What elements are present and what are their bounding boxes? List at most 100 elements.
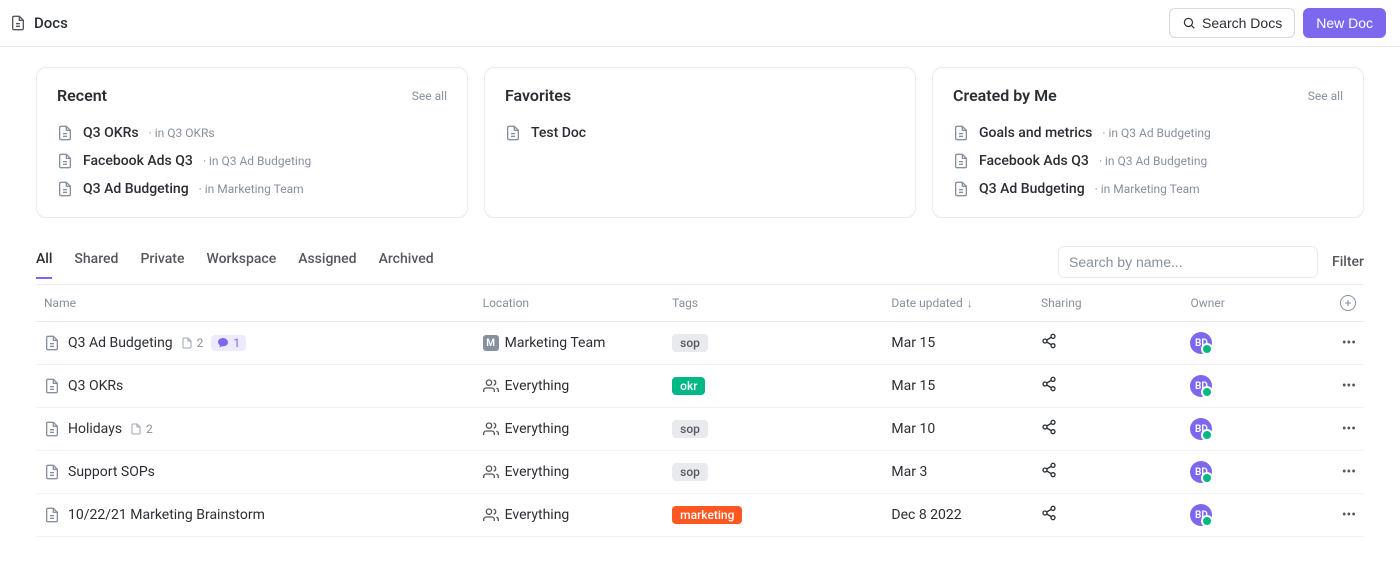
doc-icon [44,335,60,351]
th-owner[interactable]: Owner [1182,285,1331,322]
recent-see-all[interactable]: See all [412,89,447,103]
doc-name: Test Doc [531,125,586,141]
sharing-button[interactable] [1041,376,1057,396]
location[interactable]: Everything [505,421,570,437]
search-input[interactable] [1058,246,1318,278]
row-actions[interactable]: ••• [1332,322,1364,365]
tab-all[interactable]: All [36,251,52,279]
tab-shared[interactable]: Shared [74,251,118,279]
doc-item[interactable]: Q3 Ad Budgeting · in Marketing Team [953,175,1343,203]
table-row[interactable]: Holidays 2EverythingsopMar 10BD••• [36,408,1364,451]
tabs-row: All Shared Private Workspace Assigned Archive… [36,246,1364,285]
tabs: All Shared Private Workspace Assigned Archive… [36,251,434,279]
new-doc-button[interactable]: New Doc [1303,8,1386,38]
location[interactable]: Everything [505,464,570,480]
doc-icon [953,181,969,197]
tag[interactable]: marketing [672,506,742,524]
th-location[interactable]: Location [475,285,665,322]
sort-desc-icon: ↓ [967,296,973,310]
table-row[interactable]: Support SOPs Everything sop Mar 3 BD ••• [36,451,1364,494]
created-title: Created by Me [953,86,1057,105]
doc-icon [44,464,60,480]
row-actions[interactable]: ••• [1332,451,1364,494]
created-card: Created by Me See all Goals and metrics … [932,67,1364,218]
tag[interactable]: sop [672,463,708,481]
docs-table: Name Location Tags Date updated↓ Sharing… [36,285,1364,537]
th-date[interactable]: Date updated↓ [883,285,1033,322]
row-actions[interactable]: ••• [1332,365,1364,408]
tag[interactable]: okr [672,377,705,395]
share-icon [1041,505,1057,521]
tab-archived[interactable]: Archived [379,251,434,279]
location[interactable]: Everything [505,507,570,523]
date-updated: Mar 10 [883,408,1033,451]
doc-item[interactable]: Goals and metrics · in Q3 Ad Budgeting [953,119,1343,147]
favorites-card: Favorites Test Doc [484,67,916,218]
sharing-button[interactable] [1041,505,1057,525]
doc-name: Q3 OKRs [83,125,139,141]
doc-crumb: · in Q3 OKRs [149,126,215,140]
doc-name: Q3 Ad Budgeting [979,181,1085,197]
tab-private[interactable]: Private [140,251,184,279]
doc-icon [44,507,60,523]
location[interactable]: Marketing Team [505,335,606,351]
doc-item[interactable]: Q3 OKRs · in Q3 OKRs [57,119,447,147]
doc-crumb: · in Q3 Ad Budgeting [1099,154,1207,168]
th-sharing[interactable]: Sharing [1033,285,1183,322]
table-row[interactable]: Q3 Ad Budgeting 2 1MMarketing TeamsopMar… [36,322,1364,365]
page-title: Docs [34,14,68,32]
doc-item[interactable]: Q3 Ad Budgeting · in Marketing Team [57,175,447,203]
doc-item[interactable]: Facebook Ads Q3 · in Q3 Ad Budgeting [57,147,447,175]
sharing-button[interactable] [1041,462,1057,482]
date-updated: Mar 15 [883,365,1033,408]
comment-count[interactable]: 1 [211,335,246,351]
table-row[interactable]: Q3 OKRs Everything okr Mar 15 BD ••• [36,365,1364,408]
th-tags[interactable]: Tags [664,285,883,322]
people-icon [483,507,499,523]
tab-workspace[interactable]: Workspace [206,251,276,279]
doc-icon [505,125,521,141]
doc-icon [181,337,193,349]
doc-icon [10,15,26,31]
doc-name: Q3 Ad Budgeting [83,181,189,197]
tag[interactable]: sop [672,420,708,438]
favorites-title: Favorites [505,86,571,105]
owner-avatar[interactable]: BD [1190,375,1212,397]
doc-item[interactable]: Test Doc [505,119,895,147]
search-docs-button[interactable]: Search Docs [1169,8,1295,38]
sharing-button[interactable] [1041,419,1057,439]
date-updated: Dec 8 2022 [883,494,1033,537]
share-icon [1041,376,1057,392]
share-icon [1041,333,1057,349]
tag[interactable]: sop [672,334,708,352]
sharing-button[interactable] [1041,333,1057,353]
th-name[interactable]: Name [36,285,475,322]
created-see-all[interactable]: See all [1308,89,1343,103]
th-add[interactable]: + [1332,285,1364,322]
tab-assigned[interactable]: Assigned [298,251,356,279]
row-actions[interactable]: ••• [1332,494,1364,537]
table-row[interactable]: 10/22/21 Marketing BrainstormEverythingm… [36,494,1364,537]
doc-name: Facebook Ads Q3 [83,153,193,169]
doc-name: Support SOPs [68,464,155,480]
owner-avatar[interactable]: BD [1190,418,1212,440]
people-icon [483,378,499,394]
row-actions[interactable]: ••• [1332,408,1364,451]
doc-item[interactable]: Facebook Ads Q3 · in Q3 Ad Budgeting [953,147,1343,175]
filter-button[interactable]: Filter [1332,254,1364,270]
doc-name: Q3 OKRs [68,378,123,394]
topbar: Docs Search Docs New Doc [0,0,1400,47]
people-icon [483,421,499,437]
content: Recent See all Q3 OKRs · in Q3 OKRsFaceb… [0,47,1400,577]
doc-name: Facebook Ads Q3 [979,153,1089,169]
owner-avatar[interactable]: BD [1190,461,1212,483]
breadcrumb[interactable]: Docs [10,14,68,32]
doc-icon [44,378,60,394]
doc-crumb: · in Marketing Team [199,182,304,196]
share-icon [1041,419,1057,435]
location[interactable]: Everything [505,378,570,394]
doc-icon [953,125,969,141]
owner-avatar[interactable]: BD [1190,504,1212,526]
date-updated: Mar 3 [883,451,1033,494]
owner-avatar[interactable]: BD [1190,332,1212,354]
